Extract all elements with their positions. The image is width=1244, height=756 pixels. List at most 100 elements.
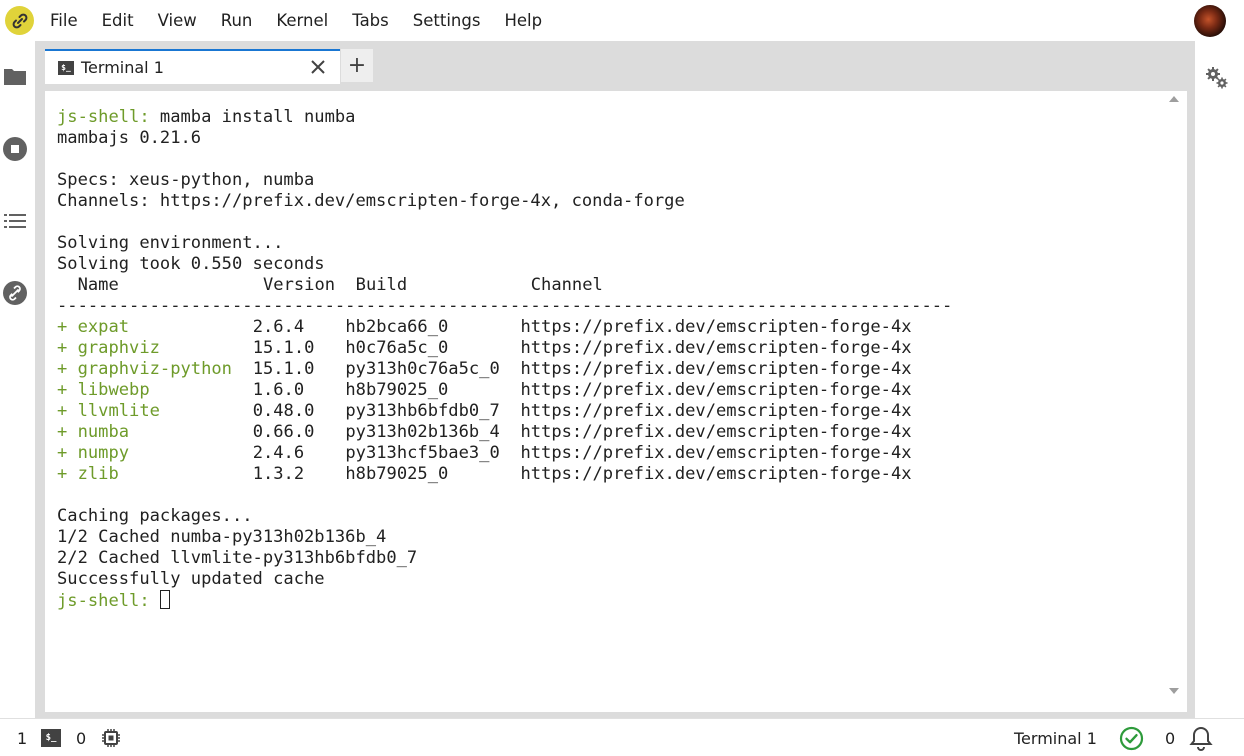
table-separator: ----------------------------------------… xyxy=(57,296,953,316)
terminal-output: js-shell: mamba install numba mambajs 0.2… xyxy=(57,107,952,612)
terminal-text: 1/2 Cached numba-py313h02b136b_4 xyxy=(57,527,387,547)
table-cell-channel: https://prefix.dev/emscripten-forge-4x xyxy=(520,380,912,400)
close-icon[interactable] xyxy=(308,57,328,77)
table-header-cell: Name xyxy=(77,275,119,295)
terminal-line: Caching packages... xyxy=(57,506,952,527)
shell-prompt: js-shell: xyxy=(57,107,160,127)
menu-item-file[interactable]: File xyxy=(38,0,90,41)
menu-item-view[interactable]: View xyxy=(146,0,209,41)
table-cell-version: 15.1.0 xyxy=(252,359,315,379)
table-row: + llvmlite 0.48.0 py313hb6bfdb0_7 https://p… xyxy=(57,401,952,422)
terminal-text: mamba install numba xyxy=(159,107,356,127)
file-browser-folder-icon[interactable] xyxy=(2,63,28,89)
table-cell-channel: https://prefix.dev/emscripten-forge-4x xyxy=(520,401,912,421)
terminal-panel[interactable]: js-shell: mamba install numba mambajs 0.2… xyxy=(45,91,1187,712)
table-cell-channel: https://prefix.dev/emscripten-forge-4x xyxy=(520,464,912,484)
table-cell-version: 15.1.0 xyxy=(252,338,315,358)
table-row: + expat 2.6.4 hb2bca66_0 https://prefix.dev… xyxy=(57,317,952,338)
scroll-up-arrow-icon[interactable] xyxy=(1169,96,1179,102)
menu-items: File Edit View Run Kernel Tabs Settings Help xyxy=(38,0,554,41)
terminal-line: Channels: https://prefix.dev/emscripten-… xyxy=(57,191,952,212)
table-cell-name: + numpy xyxy=(57,443,130,463)
menu-item-kernel[interactable]: Kernel xyxy=(264,0,340,41)
kernel-cpu-icon[interactable] xyxy=(101,719,121,756)
terminal-text: Successfully updated cache xyxy=(57,569,325,589)
table-cell-build: hb2bca66_0 xyxy=(345,317,449,337)
table-cell-version: 0.48.0 xyxy=(252,401,315,421)
table-cell-channel: https://prefix.dev/emscripten-forge-4x xyxy=(520,422,912,442)
scroll-down-arrow-icon[interactable] xyxy=(1169,688,1179,694)
terminal-text: mambajs 0.21.6 xyxy=(57,128,202,148)
shell-prompt: js-shell: xyxy=(57,591,160,611)
user-avatar[interactable] xyxy=(1194,5,1226,37)
table-row: + graphviz-python 15.1.0 py313h0c76a5c_0 ht… xyxy=(57,359,952,380)
terminal-text: Caching packages... xyxy=(57,506,253,526)
table-cell-name: + graphviz-python xyxy=(57,359,232,379)
table-cell-channel: https://prefix.dev/emscripten-forge-4x xyxy=(520,338,912,358)
add-tab-button[interactable]: + xyxy=(341,49,373,82)
status-bar: 1 $_ 0 Terminal 1 0 xyxy=(0,718,1244,756)
terminal-cursor[interactable] xyxy=(159,590,170,609)
terminal-line: js-shell: xyxy=(57,590,952,612)
main-area: $_ Terminal 1 + js-shell: mamba install … xyxy=(35,41,1195,718)
terminals-status-button[interactable]: $_ xyxy=(41,719,61,756)
terminal-text: Solving took 0.550 seconds xyxy=(57,254,325,274)
table-cell-channel: https://prefix.dev/emscripten-forge-4x xyxy=(520,443,912,463)
terminal-line: 1/2 Cached numba-py313h02b136b_4 xyxy=(57,527,952,548)
property-inspector-gears-icon[interactable] xyxy=(1204,65,1230,91)
connection-ok-check-icon xyxy=(1119,719,1144,756)
notifications-count[interactable]: 0 xyxy=(1165,719,1175,756)
kernels-count[interactable]: 0 xyxy=(76,719,86,756)
table-cell-name: + expat xyxy=(57,317,130,337)
menu-item-edit[interactable]: Edit xyxy=(90,0,146,41)
table-cell-name: + libwebp xyxy=(57,380,150,400)
terminals-count[interactable]: 1 xyxy=(17,719,27,756)
table-row: + numba 0.66.0 py313h02b136b_4 https://pref… xyxy=(57,422,952,443)
table-cell-build: h8b79025_0 xyxy=(345,464,449,484)
table-cell-name: + zlib xyxy=(57,464,119,484)
right-sidebar xyxy=(1195,41,1244,718)
table-cell-name: + llvmlite xyxy=(57,401,160,421)
table-row: + zlib 1.3.2 h8b79025_0 https://prefix.dev/… xyxy=(57,464,952,485)
table-cell-name: + numba xyxy=(57,422,130,442)
table-cell-build: h0c76a5c_0 xyxy=(345,338,449,358)
terminal-text: Channels: https://prefix.dev/emscripten-… xyxy=(57,191,685,211)
jupyterlite-logo-icon[interactable] xyxy=(5,6,34,35)
terminal-line: js-shell: mamba install numba xyxy=(57,107,952,128)
table-cell-version: 1.6.0 xyxy=(252,380,305,400)
running-sessions-stop-icon[interactable] xyxy=(2,136,28,162)
menu-item-settings[interactable]: Settings xyxy=(401,0,493,41)
table-header-cell: Channel xyxy=(530,275,603,295)
table-cell-version: 2.4.6 xyxy=(252,443,305,463)
table-cell-name: + graphviz xyxy=(57,338,160,358)
menu-item-help[interactable]: Help xyxy=(492,0,554,41)
terminal-line: ----------------------------------------… xyxy=(57,296,952,317)
terminal-line: Specs: xeus-python, numba xyxy=(57,170,952,191)
extension-link-icon[interactable] xyxy=(2,280,28,306)
table-cell-channel: https://prefix.dev/emscripten-forge-4x xyxy=(520,317,912,337)
table-of-contents-list-icon[interactable] xyxy=(2,208,28,234)
terminal-line: Successfully updated cache xyxy=(57,569,952,590)
table-row: + numpy 2.4.6 py313hcf5bae3_0 https://prefi… xyxy=(57,443,952,464)
table-cell-build: py313h02b136b_4 xyxy=(345,422,500,442)
menu-item-run[interactable]: Run xyxy=(209,0,265,41)
notification-bell-icon[interactable] xyxy=(1189,719,1213,756)
table-cell-version: 2.6.4 xyxy=(252,317,305,337)
terminal-text: 2/2 Cached llvmlite-py313hb6bfdb0_7 xyxy=(57,548,418,568)
table-header-cell: Build xyxy=(355,275,408,295)
table-cell-channel: https://prefix.dev/emscripten-forge-4x xyxy=(520,359,912,379)
menu-bar: File Edit View Run Kernel Tabs Settings Help xyxy=(0,0,1244,41)
tab-bar: $_ Terminal 1 + xyxy=(35,41,1195,84)
active-document-label: Terminal 1 xyxy=(1014,728,1097,748)
table-cell-version: 1.3.2 xyxy=(252,464,305,484)
terminal-icon: $_ xyxy=(41,729,61,747)
terminal-scrollbar[interactable] xyxy=(1167,91,1187,712)
terminal-icon: $_ xyxy=(58,60,74,75)
menu-item-tabs[interactable]: Tabs xyxy=(340,0,401,41)
terminal-line: mambajs 0.21.6 xyxy=(57,128,952,149)
table-row: + libwebp 1.6.0 h8b79025_0 https://prefix.d… xyxy=(57,380,952,401)
tab-terminal-1[interactable]: $_ Terminal 1 xyxy=(45,49,340,84)
